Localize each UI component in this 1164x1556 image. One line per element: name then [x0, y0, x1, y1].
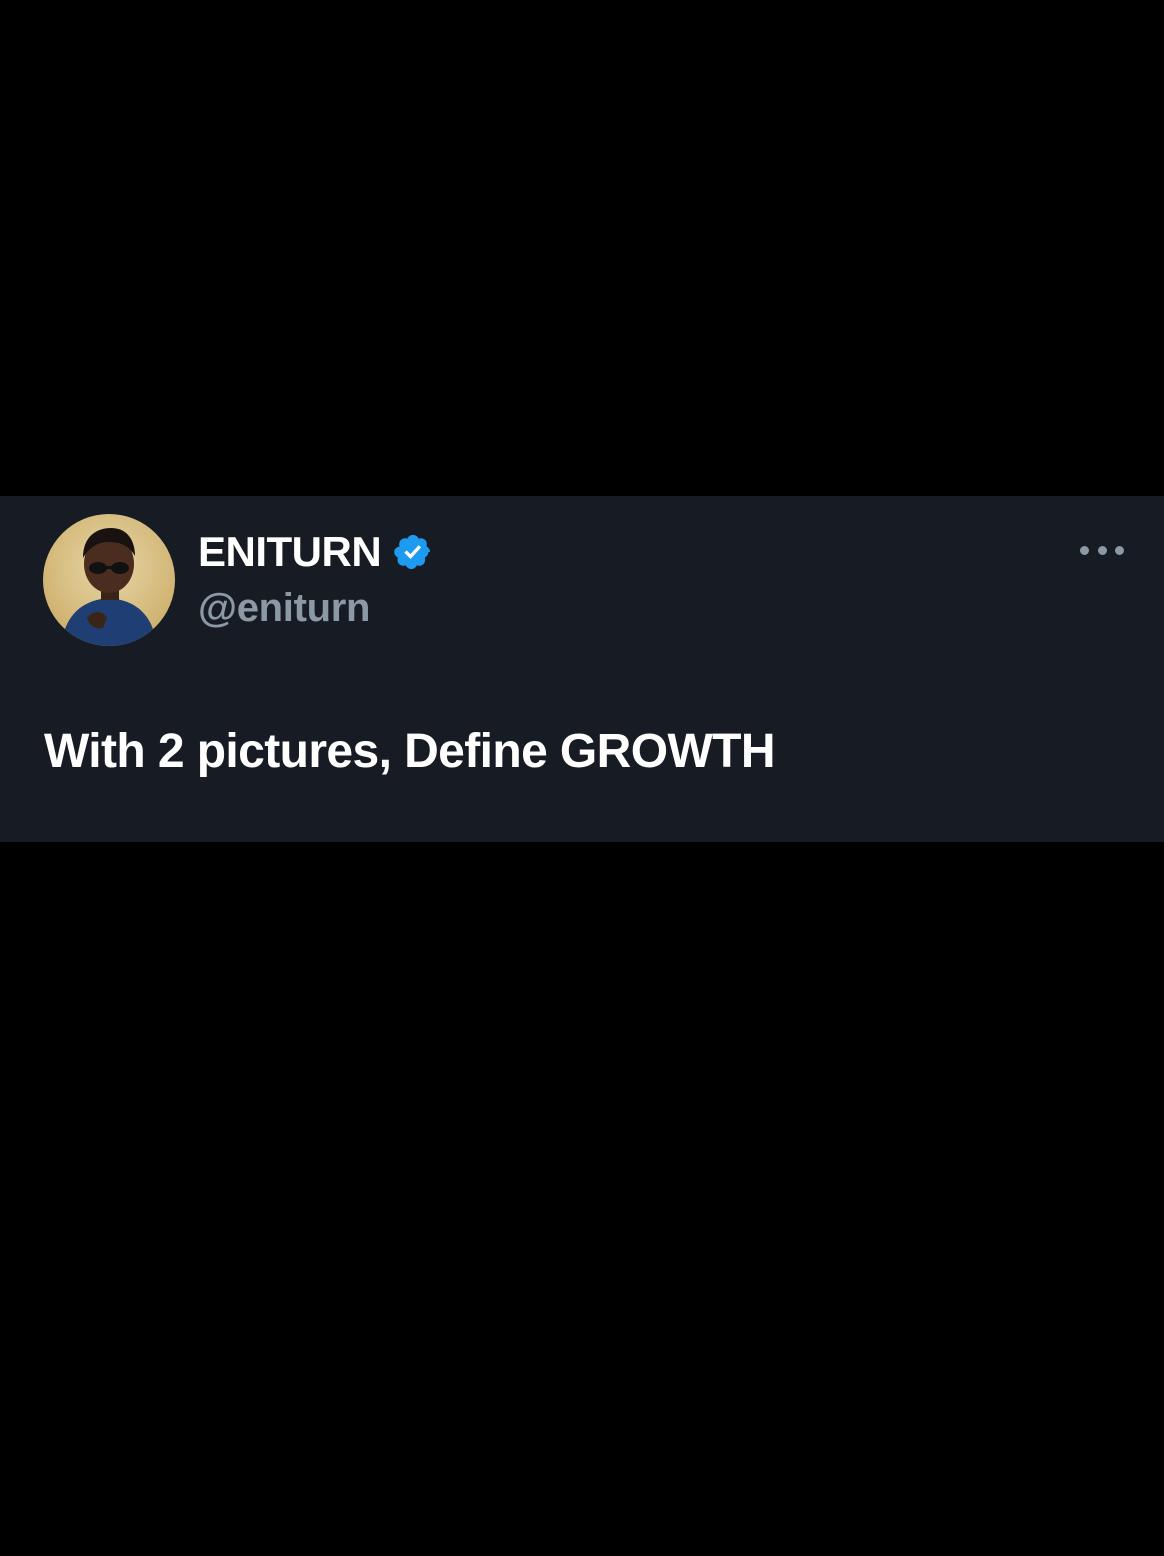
tweet-text: With 2 pictures, Define GROWTH [44, 725, 776, 778]
more-horizontal-icon [1097, 545, 1107, 555]
tweet-card[interactable]: ENITURN @eniturn With 2 pictures, Define… [0, 496, 1164, 842]
more-horizontal-icon [1080, 545, 1089, 555]
more-options-button[interactable] [1080, 536, 1124, 564]
display-name[interactable]: ENITURN [198, 524, 382, 580]
author-name-row: ENITURN [198, 524, 433, 580]
author-handle[interactable]: @eniturn [198, 582, 370, 634]
avatar-image [43, 514, 175, 646]
verified-badge-icon [393, 532, 433, 572]
avatar[interactable] [43, 514, 175, 646]
more-horizontal-icon [1115, 545, 1124, 555]
